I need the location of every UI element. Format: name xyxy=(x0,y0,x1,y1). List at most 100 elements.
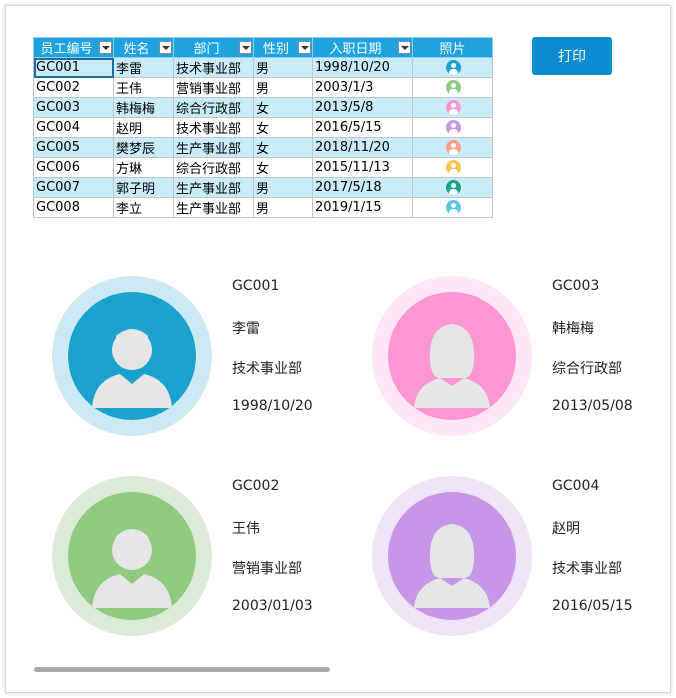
cell-photo[interactable] xyxy=(412,177,493,198)
cell-dept[interactable]: 营销事业部 xyxy=(173,77,254,98)
filter-dropdown-icon[interactable] xyxy=(99,41,112,54)
avatar-thumbnail-icon xyxy=(446,120,461,135)
cell-id[interactable]: GC007 xyxy=(33,177,114,198)
avatar xyxy=(372,476,532,636)
cell-gender[interactable]: 男 xyxy=(253,57,313,78)
card-dept: 综合行政部 xyxy=(552,361,622,377)
cell-date[interactable]: 2015/11/13 xyxy=(312,157,413,178)
table-row: GC002 王伟 营销事业部男 2003/1/3 xyxy=(33,77,493,98)
male-avatar-icon xyxy=(68,292,196,420)
male-avatar-icon xyxy=(68,492,196,620)
cell-date[interactable]: 1998/10/20 xyxy=(312,57,413,78)
female-avatar-icon xyxy=(388,292,516,420)
cell-name[interactable]: 王伟 xyxy=(113,77,174,98)
table-row: GC005 樊梦辰 生产事业部女 2018/11/20 xyxy=(33,137,493,158)
card-dept: 营销事业部 xyxy=(232,561,302,577)
cell-name[interactable]: 李立 xyxy=(113,197,174,218)
header-photo-label: 照片 xyxy=(439,42,466,57)
cell-id[interactable]: GC004 xyxy=(33,117,114,138)
cell-gender[interactable]: 女 xyxy=(253,137,313,158)
cell-date[interactable]: 2017/5/18 xyxy=(312,177,413,198)
cell-id[interactable]: GC002 xyxy=(33,77,114,98)
header-photo[interactable]: 照片 xyxy=(412,37,493,58)
cell-gender[interactable]: 男 xyxy=(253,177,313,198)
filter-dropdown-icon[interactable] xyxy=(239,41,252,54)
horizontal-scrollbar[interactable] xyxy=(34,667,330,672)
card-name: 李雷 xyxy=(232,321,260,337)
avatar-thumbnail-icon xyxy=(446,140,461,155)
table-row: GC001 李雷 技术事业部男 1998/10/20 xyxy=(33,57,493,78)
card-name: 韩梅梅 xyxy=(552,321,594,337)
cell-dept[interactable]: 技术事业部 xyxy=(173,117,254,138)
header-dept[interactable]: 部门 xyxy=(173,37,254,58)
cell-photo[interactable] xyxy=(412,197,493,218)
avatar-thumbnail-icon xyxy=(446,100,461,115)
filter-dropdown-icon[interactable] xyxy=(159,41,172,54)
cell-id[interactable]: GC006 xyxy=(33,157,114,178)
cell-dept[interactable]: 生产事业部 xyxy=(173,177,254,198)
header-gender[interactable]: 性别 xyxy=(253,37,313,58)
cell-photo[interactable] xyxy=(412,157,493,178)
cell-gender[interactable]: 女 xyxy=(253,157,313,178)
header-date[interactable]: 入职日期 xyxy=(312,37,413,58)
cell-name[interactable]: 赵明 xyxy=(113,117,174,138)
avatar xyxy=(52,276,212,436)
filter-dropdown-icon[interactable] xyxy=(298,41,311,54)
cell-date[interactable]: 2019/1/15 xyxy=(312,197,413,218)
header-gender-label: 性别 xyxy=(262,42,289,57)
cell-gender[interactable]: 男 xyxy=(253,77,313,98)
card-id: GC002 xyxy=(232,478,280,494)
table-row: GC008 李立 生产事业部男 2019/1/15 xyxy=(33,197,493,218)
cell-id[interactable]: GC003 xyxy=(33,97,114,118)
cell-date[interactable]: 2018/11/20 xyxy=(312,137,413,158)
cell-photo[interactable] xyxy=(412,117,493,138)
cell-name[interactable]: 方琳 xyxy=(113,157,174,178)
table-row: GC004 赵明 技术事业部女 2016/5/15 xyxy=(33,117,493,138)
card-date: 2003/01/03 xyxy=(232,598,313,614)
cell-date[interactable]: 2016/5/15 xyxy=(312,117,413,138)
cell-name[interactable]: 韩梅梅 xyxy=(113,97,174,118)
avatar-thumbnail-icon xyxy=(446,160,461,175)
avatar-thumbnail-icon xyxy=(446,80,461,95)
cell-photo[interactable] xyxy=(412,97,493,118)
avatar xyxy=(372,276,532,436)
cell-dept[interactable]: 综合行政部 xyxy=(173,97,254,118)
cell-dept[interactable]: 生产事业部 xyxy=(173,137,254,158)
cell-date[interactable]: 2013/5/8 xyxy=(312,97,413,118)
print-button[interactable]: 打印 xyxy=(532,37,612,75)
table-row: GC007 郭子明 生产事业部男 2017/5/18 xyxy=(33,177,493,198)
female-avatar-icon xyxy=(388,492,516,620)
cell-date[interactable]: 2003/1/3 xyxy=(312,77,413,98)
cell-name[interactable]: 李雷 xyxy=(113,57,174,78)
cell-photo[interactable] xyxy=(412,137,493,158)
header-date-label: 入职日期 xyxy=(329,42,382,57)
cell-dept[interactable]: 生产事业部 xyxy=(173,197,254,218)
card-id: GC004 xyxy=(552,478,600,494)
card-dept: 技术事业部 xyxy=(552,561,622,577)
cell-name[interactable]: 樊梦辰 xyxy=(113,137,174,158)
header-name-label: 姓名 xyxy=(123,42,150,57)
card-date: 2016/05/15 xyxy=(552,598,633,614)
card-date: 1998/10/20 xyxy=(232,398,313,414)
header-name[interactable]: 姓名 xyxy=(113,37,174,58)
avatar-thumbnail-icon xyxy=(446,180,461,195)
cell-id[interactable]: GC008 xyxy=(33,197,114,218)
employee-table: 员工编号 姓名 部门 性别 入职日期 照片 GC001 李雷 技术事业部男 1998/… xyxy=(33,37,493,218)
cell-id[interactable]: GC001 xyxy=(33,57,114,78)
cell-gender[interactable]: 女 xyxy=(253,97,313,118)
header-id[interactable]: 员工编号 xyxy=(33,37,114,58)
card-name: 赵明 xyxy=(552,521,580,537)
card-date: 2013/05/08 xyxy=(552,398,633,414)
cell-name[interactable]: 郭子明 xyxy=(113,177,174,198)
avatar-thumbnail-icon xyxy=(446,200,461,215)
cell-dept[interactable]: 综合行政部 xyxy=(173,157,254,178)
cell-id[interactable]: GC005 xyxy=(33,137,114,158)
cell-photo[interactable] xyxy=(412,57,493,78)
card-id: GC001 xyxy=(232,278,280,294)
filter-dropdown-icon[interactable] xyxy=(398,41,411,54)
cell-gender[interactable]: 女 xyxy=(253,117,313,138)
card-dept: 技术事业部 xyxy=(232,361,302,377)
cell-dept[interactable]: 技术事业部 xyxy=(173,57,254,78)
cell-gender[interactable]: 男 xyxy=(253,197,313,218)
cell-photo[interactable] xyxy=(412,77,493,98)
